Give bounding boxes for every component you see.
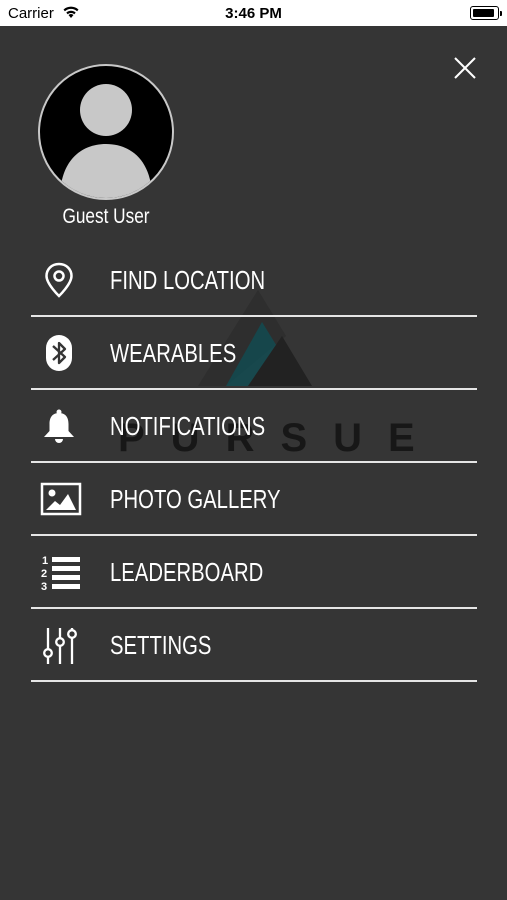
menu-item-label: SETTINGS (110, 630, 212, 660)
menu-item-notifications[interactable]: NOTIFICATIONS (31, 390, 477, 463)
menu-item-photo-gallery[interactable]: PHOTO GALLERY (31, 463, 477, 536)
bluetooth-icon (40, 334, 78, 372)
status-bar: Carrier 3:46 PM (0, 0, 507, 26)
nav-menu: FIND LOCATION WEARABLES NOTIFICATIONS PH… (31, 244, 477, 682)
svg-text:2: 2 (41, 568, 47, 580)
menu-item-label: PHOTO GALLERY (110, 484, 281, 514)
svg-text:3: 3 (41, 581, 47, 593)
clock: 3:46 PM (225, 5, 282, 22)
person-icon (60, 84, 152, 198)
menu-item-label: WEARABLES (110, 338, 237, 368)
menu-item-label: LEADERBOARD (110, 557, 264, 587)
svg-text:1: 1 (42, 555, 48, 567)
image-icon (40, 480, 82, 518)
avatar[interactable] (38, 64, 174, 200)
menu-item-settings[interactable]: SETTINGS (31, 609, 477, 682)
menu-item-find-location[interactable]: FIND LOCATION (31, 244, 477, 317)
battery-icon (470, 6, 502, 20)
location-pin-icon (40, 261, 78, 299)
user-name: Guest User (62, 205, 150, 228)
bell-icon (40, 407, 78, 445)
menu-item-wearables[interactable]: WEARABLES (31, 317, 477, 390)
menu-item-label: FIND LOCATION (110, 265, 266, 295)
menu-item-label: NOTIFICATIONS (110, 411, 266, 441)
numbered-list-icon: 1 2 3 (40, 553, 80, 593)
close-button[interactable] (450, 53, 480, 83)
sliders-icon (40, 626, 78, 664)
menu-item-leaderboard[interactable]: 1 2 3 LEADERBOARD (31, 536, 477, 609)
close-icon (454, 57, 476, 79)
